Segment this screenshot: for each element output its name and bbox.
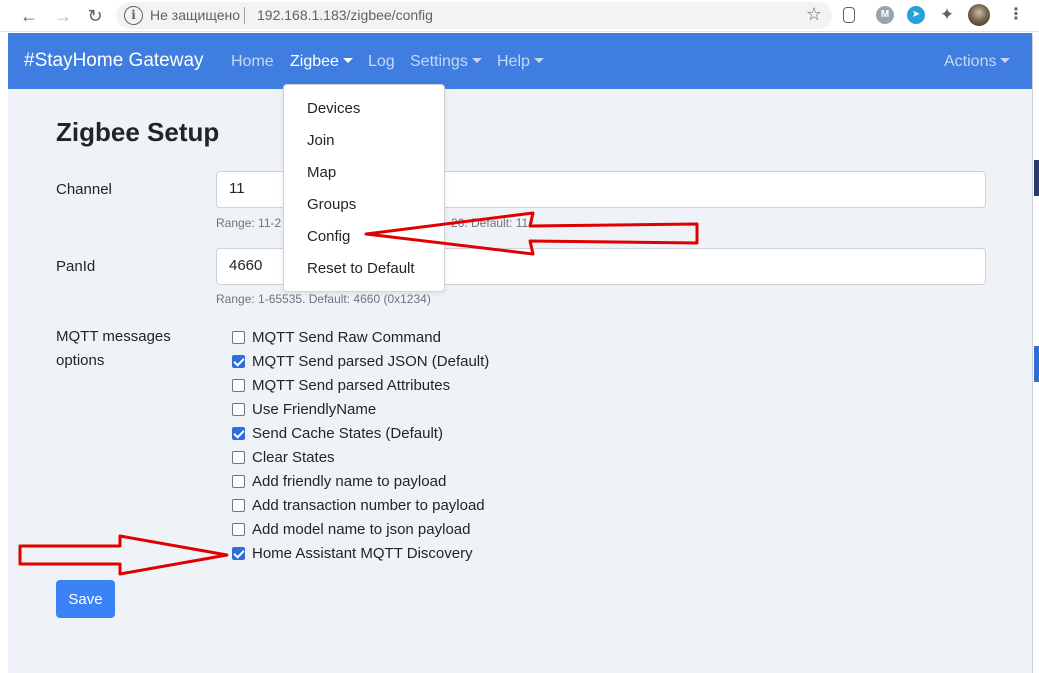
info-icon[interactable]: i bbox=[124, 6, 143, 25]
zigbee-dropdown-menu: Devices Join Map Groups Config Reset to … bbox=[283, 84, 445, 292]
channel-help-right: 26. Default: 11 bbox=[451, 216, 529, 230]
mqtt-options-list: MQTT Send Raw Command MQTT Send parsed J… bbox=[232, 325, 489, 565]
mqtt-option-cache-states[interactable]: Send Cache States (Default) bbox=[232, 421, 489, 445]
mqtt-option-clear-states[interactable]: Clear States bbox=[232, 445, 489, 469]
mqtt-options-label-line1: MQTT messages bbox=[56, 328, 171, 345]
channel-help-left: Range: 11-2 bbox=[216, 216, 282, 230]
security-label[interactable]: Не защищено bbox=[150, 7, 240, 23]
nav-home[interactable]: Home bbox=[231, 53, 274, 71]
address-bar[interactable]: i Не защищено 192.168.1.183/zigbee/confi… bbox=[116, 2, 832, 29]
mqtt-option-friendly-name-payload[interactable]: Add friendly name to payload bbox=[232, 469, 489, 493]
nav-actions[interactable]: Actions bbox=[944, 53, 1011, 71]
url-text[interactable]: 192.168.1.183/zigbee/config bbox=[257, 7, 433, 23]
browser-toolbar: ← → ↻ i Не защищено 192.168.1.183/zigbee… bbox=[0, 0, 1039, 32]
caret-down-icon bbox=[471, 58, 482, 63]
checkbox-checked[interactable] bbox=[232, 546, 245, 560]
checkbox[interactable] bbox=[232, 402, 245, 416]
mqtt-option-transaction-number[interactable]: Add transaction number to payload bbox=[232, 493, 489, 517]
caret-down-icon bbox=[533, 58, 544, 63]
mqtt-option-model-name[interactable]: Add model name to json payload bbox=[232, 517, 489, 541]
edge-mark bbox=[1034, 346, 1039, 382]
mqtt-option-parsed-attributes[interactable]: MQTT Send parsed Attributes bbox=[232, 373, 489, 397]
brand-title[interactable]: #StayHome Gateway bbox=[24, 50, 204, 72]
address-separator bbox=[244, 7, 245, 24]
channel-label: Channel bbox=[56, 181, 112, 198]
caret-down-icon bbox=[342, 58, 353, 63]
m-extension-icon[interactable]: M bbox=[876, 6, 894, 24]
back-arrow-icon[interactable]: ← bbox=[18, 5, 40, 27]
panid-label: PanId bbox=[56, 258, 96, 275]
dropdown-item-groups[interactable]: Groups bbox=[284, 189, 444, 221]
page-content: Zigbee Setup Channel 11 Range: 11-2 26. … bbox=[8, 89, 1032, 673]
checkbox[interactable] bbox=[232, 378, 245, 392]
reload-icon[interactable]: ↻ bbox=[84, 5, 106, 27]
top-navbar: #StayHome Gateway Home Zigbee Log Settin… bbox=[8, 33, 1032, 89]
checkbox[interactable] bbox=[232, 450, 245, 464]
checkbox[interactable] bbox=[232, 330, 245, 344]
nav-settings[interactable]: Settings bbox=[410, 53, 482, 71]
forward-arrow-icon[interactable]: → bbox=[52, 5, 74, 27]
page-title: Zigbee Setup bbox=[56, 117, 220, 147]
telegram-extension-icon[interactable]: ➤ bbox=[907, 6, 925, 24]
checkbox[interactable] bbox=[232, 498, 245, 512]
bookmark-star-icon[interactable]: ☆ bbox=[806, 4, 822, 25]
nav-log[interactable]: Log bbox=[368, 53, 395, 71]
dropdown-item-reset[interactable]: Reset to Default bbox=[284, 253, 444, 285]
dropdown-item-config[interactable]: Config bbox=[284, 221, 444, 253]
checkbox[interactable] bbox=[232, 522, 245, 536]
checkbox-checked[interactable] bbox=[232, 426, 245, 440]
extensions-puzzle-icon[interactable]: ✦ bbox=[938, 6, 956, 24]
mqtt-option-parsed-json[interactable]: MQTT Send parsed JSON (Default) bbox=[232, 349, 489, 373]
nav-zigbee[interactable]: Zigbee bbox=[290, 53, 353, 71]
checkbox[interactable] bbox=[232, 474, 245, 488]
edge-mark bbox=[1034, 160, 1039, 196]
mqtt-option-raw-command[interactable]: MQTT Send Raw Command bbox=[232, 325, 489, 349]
shield-extension-icon[interactable] bbox=[843, 7, 855, 23]
panid-help: Range: 1-65535. Default: 4660 (0x1234) bbox=[216, 292, 431, 306]
more-menu-icon[interactable]: ⋮ bbox=[1008, 6, 1024, 24]
checkbox-checked[interactable] bbox=[232, 354, 245, 368]
mqtt-option-friendly-name[interactable]: Use FriendlyName bbox=[232, 397, 489, 421]
dropdown-item-map[interactable]: Map bbox=[284, 157, 444, 189]
dropdown-item-join[interactable]: Join bbox=[284, 125, 444, 157]
nav-help[interactable]: Help bbox=[497, 53, 544, 71]
mqtt-option-ha-discovery[interactable]: Home Assistant MQTT Discovery bbox=[232, 541, 489, 565]
profile-avatar[interactable] bbox=[968, 4, 990, 26]
mqtt-options-label-line2: options bbox=[56, 352, 105, 369]
caret-down-icon bbox=[1000, 58, 1011, 63]
dropdown-item-devices[interactable]: Devices bbox=[284, 93, 444, 125]
save-button[interactable]: Save bbox=[56, 580, 115, 618]
